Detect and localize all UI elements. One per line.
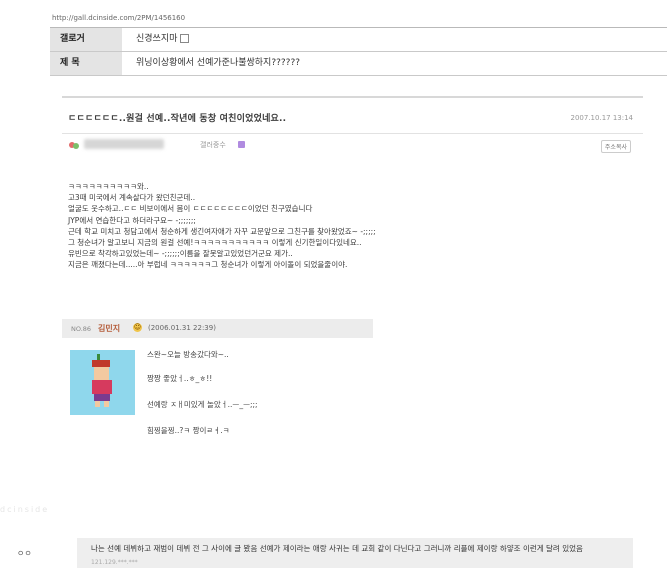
body-line: 지금은 깨졌다는데.....아 부럽네 ㅋㅋㅋㅋㅋㅋ그 청순녀가 이렇게 아이돌… <box>68 260 348 270</box>
gallery-name[interactable]: 신경쓰지마 <box>136 34 177 44</box>
gallery-label: 갤로거 <box>50 28 122 51</box>
author-name-blurred <box>84 139 164 149</box>
copy-address-button[interactable]: 주소복사 <box>600 140 631 153</box>
body-line: 고3때 미국에서 계속살다가 왔던친군데.. <box>68 193 196 203</box>
gallery-row: 갤로거 신경쓰지마 <box>50 28 667 52</box>
body-line: 그 청순녀가 알고보니 지금의 원걸 선예!ㅋㅋㅋㅋㅋㅋㅋㅋㅋㅋㅋ 이렇게 신기… <box>68 238 362 248</box>
quoted-post: ㄷㄷㄷㄷㄷㄷ..원걸 선예..작년에 동창 여친이었었네요.. 2007.10.… <box>62 96 643 324</box>
body-line: ㅋㅋㅋㅋㅋㅋㅋㅋㅋㅋ와.. <box>68 182 149 191</box>
comment-line: 짱짱 좋았ㅓ..ㅎ_ㅎ!! <box>147 374 213 383</box>
title-label: 제 목 <box>50 52 122 75</box>
reply-ip: 121.129.***.*** <box>91 559 138 566</box>
page-url: http://gall.dcinside.com/2PM/1456160 <box>52 14 186 22</box>
reply: ㅇㅇ 나는 선예 데뷔하고 재범이 데뷔 전 그 사이에 글 봤음 선예가 제이… <box>0 536 669 574</box>
post-meta-table: 갤로거 신경쓰지마 제 목 위닝이상황에서 선예가준나불쌍하지?????? <box>50 27 667 76</box>
gallery-value: 신경쓰지마 <box>122 28 667 51</box>
author-role: 갤러중수 <box>200 141 226 149</box>
comment-author[interactable]: 김민지 <box>98 323 120 334</box>
quoted-post-body: ㅋㅋㅋㅋㅋㅋㅋㅋㅋㅋ와.. 고3때 미국에서 계속살다가 왔던친군데.. 얼굴도… <box>68 181 376 271</box>
body-line: 얼굴도 웃수하고..ㄷㄷ 비보이에서 몸이 ㄷㄷㄷㄷㄷㄷㄷㄷ이었던 친구였습니다 <box>68 204 313 214</box>
comment-date: (2006.01.31 22:39) <box>148 324 216 332</box>
user-icon <box>69 142 79 149</box>
reply-body: 나는 선예 데뷔하고 재범이 데뷔 전 그 사이에 글 봤음 선예가 제이라는 … <box>91 544 583 553</box>
quoted-post-date: 2007.10.17 13:14 <box>570 114 633 122</box>
guestbook-comment: NO.86 김민지 ☺ (2006.01.31 22:39) 스완~오늘 방송갔… <box>62 319 373 449</box>
reply-author[interactable]: ㅇㅇ <box>17 548 32 559</box>
smile-icon: ☺ <box>133 323 142 332</box>
badge-icon <box>238 141 245 148</box>
comment-line: 스완~오늘 방송갔다와~.. <box>147 350 229 359</box>
comment-header: NO.86 김민지 ☺ (2006.01.31 22:39) <box>62 319 373 338</box>
body-line: 근데 학교 미치고 청담고에서 청순하게 생긴여자애가 자꾸 교문앞으로 그친구… <box>68 226 376 236</box>
watermark-strip: dcinside <box>0 505 669 514</box>
body-line: JYP에서 연습한다고 하더라구요~ -;;;;;;; <box>68 215 196 225</box>
avatar <box>70 350 135 415</box>
post-subject: 위닝이상황에서 선예가준나불쌍하지?????? <box>136 58 301 68</box>
body-line: 유빈으로 착각하고있었는데~ -;;;;;;이름을 잘못알고있었던거군요 제가.… <box>68 249 293 259</box>
reply-box: 나는 선예 데뷔하고 재범이 데뷔 전 그 사이에 글 봤음 선예가 제이라는 … <box>77 538 633 568</box>
quoted-post-title: ㄷㄷㄷㄷㄷㄷ..원걸 선예..작년에 동창 여친이었었네요.. <box>68 114 287 124</box>
divider <box>62 133 643 134</box>
reply-text: 나는 선예 데뷔하고 재범이 데뷔 전 그 사이에 글 봤음 선예가 제이라는 … <box>91 542 626 569</box>
comment-line: 힘찡을찡..?ㅋ 짱이ㄹㅕ.ㅋ <box>147 426 230 435</box>
watermark-text: dcinside <box>0 505 50 514</box>
comment-number: NO.86 <box>71 325 92 333</box>
comment-line: 선예랑 ㅈㅐ미있게 놀았ㅓ..ㅡ_ㅡ;;; <box>147 400 258 409</box>
title-row: 제 목 위닝이상황에서 선예가준나불쌍하지?????? <box>50 52 667 76</box>
checkbox-icon[interactable] <box>180 34 190 43</box>
